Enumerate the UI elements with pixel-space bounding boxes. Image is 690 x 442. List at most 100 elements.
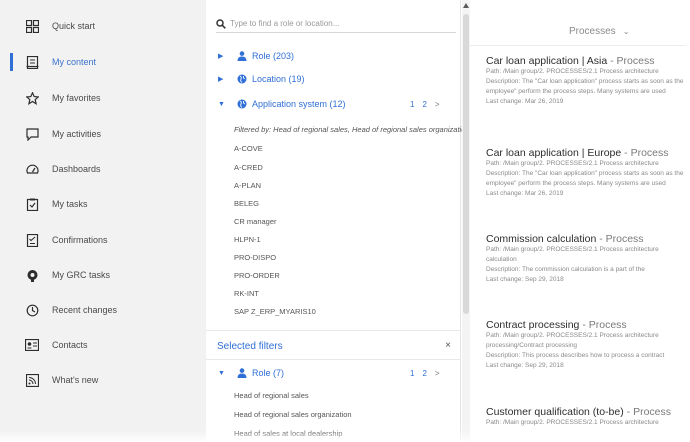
filter-panel: ▶ Role (203) ▶ Location (19) ▼ Applicati… <box>206 0 464 442</box>
page-2-link[interactable]: 2 <box>422 369 426 378</box>
clipboard-icon <box>25 197 39 211</box>
list-item[interactable]: CR manager <box>234 217 277 226</box>
nav-label: My GRC tasks <box>52 270 111 280</box>
tree-label: Role (7) <box>252 368 285 378</box>
list-item[interactable]: PRO-ORDER <box>234 271 280 280</box>
result-item[interactable]: Commission calculation - Process Path: /… <box>486 233 690 285</box>
list-item[interactable]: PRO-DISPO <box>234 253 276 262</box>
result-title[interactable]: Car loan application | Europe - Process <box>486 147 690 159</box>
pagination: 1 2 > <box>410 100 440 109</box>
result-path: Path: /Main group/2. PROCESSES/2.1 Proce… <box>486 419 659 426</box>
filter-note: Filtered by: Head of regional sales, Hea… <box>234 125 464 134</box>
list-item[interactable]: SAP Z_ERP_MYARIS10 <box>234 307 316 316</box>
result-type: - Process <box>610 55 655 67</box>
page-2-link[interactable]: 2 <box>422 100 426 109</box>
checklist-icon <box>25 233 39 247</box>
list-item[interactable]: Head of sales at local dealership <box>234 429 342 438</box>
list-item[interactable]: Head of regional sales <box>234 391 309 400</box>
result-item[interactable]: Customer qualification (to-be) - Process… <box>486 406 690 428</box>
scrollbar-thumb[interactable] <box>463 14 469 314</box>
search-input[interactable] <box>230 19 450 28</box>
result-title[interactable]: Car loan application | Asia - Process <box>486 55 690 67</box>
nav-label: Contacts <box>52 340 88 350</box>
list-item[interactable]: A-PLAN <box>234 181 261 190</box>
tree-node-location[interactable]: ▶ Location (19) <box>218 71 305 87</box>
result-name: Commission calculation <box>486 233 597 245</box>
result-item[interactable]: Contract processing - Process Path: /Mai… <box>486 319 690 371</box>
expand-caret-icon[interactable]: ▶ <box>218 75 226 83</box>
result-type: - Process <box>582 319 627 331</box>
nav-item-my-favorites[interactable]: My favorites <box>0 84 206 112</box>
result-name: Customer qualification (to-be) <box>486 406 624 418</box>
search-icon <box>216 18 226 29</box>
result-type: - Process <box>626 406 671 418</box>
globe-icon <box>236 99 247 110</box>
scroll-up-icon[interactable] <box>463 3 469 8</box>
results-header: Processes ⌄ <box>470 0 690 46</box>
nav-item-my-activities[interactable]: My activities <box>0 120 206 148</box>
list-item[interactable]: RK-INT <box>234 289 259 298</box>
result-description: processing/Contract processing <box>486 342 578 349</box>
nav-item-my-content[interactable]: My content <box>0 48 206 76</box>
tree-node-role[interactable]: ▶ Role (203) <box>218 48 294 64</box>
page-1-link[interactable]: 1 <box>410 100 414 109</box>
nav-item-my-tasks[interactable]: My tasks <box>0 190 206 218</box>
clear-filters-button[interactable]: × <box>445 340 451 351</box>
result-title[interactable]: Customer qualification (to-be) - Process <box>486 406 690 418</box>
left-navigation: Quick start My content My favorites My a… <box>0 0 206 442</box>
globe-icon <box>236 74 247 85</box>
grc-icon <box>25 268 39 282</box>
overflow-fade <box>682 0 690 442</box>
nav-label: My content <box>52 57 97 67</box>
result-item[interactable]: Car loan application | Asia - Process Pa… <box>486 55 690 107</box>
nav-item-my-grc-tasks[interactable]: My GRC tasks <box>0 261 206 289</box>
nav-label: My activities <box>52 129 102 139</box>
result-description: employee" perform the process steps. Man… <box>486 180 666 187</box>
nav-item-contacts[interactable]: Contacts <box>0 331 206 359</box>
page-1-link[interactable]: 1 <box>410 369 414 378</box>
chat-icon <box>25 127 39 141</box>
result-title[interactable]: Commission calculation - Process <box>486 233 690 245</box>
nav-item-dashboards[interactable]: Dashboards <box>0 155 206 183</box>
processes-dropdown[interactable]: Processes ⌄ <box>569 26 629 37</box>
tree-node-application-system[interactable]: ▼ Application system (12) <box>218 96 346 112</box>
list-item[interactable]: A-CRED <box>234 163 263 172</box>
tree-label: Role (203) <box>252 51 295 61</box>
document-icon <box>25 55 39 69</box>
pagination: 1 2 > <box>410 369 440 378</box>
result-name: Car loan application | Europe <box>486 147 622 159</box>
next-page-button[interactable]: > <box>435 100 440 109</box>
list-item[interactable]: HLPN-1 <box>234 235 261 244</box>
selected-filters-title: Selected filters <box>217 341 283 352</box>
list-item[interactable]: BELEG <box>234 199 259 208</box>
result-description: calculation <box>486 256 517 263</box>
collapse-caret-icon[interactable]: ▼ <box>218 370 226 377</box>
result-item[interactable]: Car loan application | Europe - Process … <box>486 147 690 199</box>
processes-title: Processes <box>569 26 616 37</box>
result-path: Path: /Main group/2. PROCESSES/2.1 Proce… <box>486 332 659 339</box>
result-last-change: Last change: Sep 29, 2018 <box>486 362 564 369</box>
result-title[interactable]: Contract processing - Process <box>486 319 690 331</box>
result-type: - Process <box>624 147 669 159</box>
result-name: Contract processing <box>486 319 580 331</box>
nav-item-confirmations[interactable]: Confirmations <box>0 226 206 254</box>
nav-item-recent-changes[interactable]: Recent changes <box>0 296 206 324</box>
nav-label: Quick start <box>52 21 96 31</box>
feed-icon <box>25 373 39 387</box>
scrollbar[interactable] <box>462 0 470 442</box>
result-path: Path: /Main group/2. PROCESSES/2.1 Proce… <box>486 68 659 75</box>
nav-label: My favorites <box>52 93 101 103</box>
result-last-change: Last change: Sep 29, 2018 <box>486 276 564 283</box>
collapse-caret-icon[interactable]: ▼ <box>218 101 226 108</box>
selected-role-node[interactable]: ▼ Role (7) <box>218 365 284 381</box>
star-icon <box>25 91 39 105</box>
list-item[interactable]: Head of regional sales organization <box>234 410 352 419</box>
tree-label: Application system (12) <box>252 99 346 109</box>
contact-card-icon <box>25 338 39 352</box>
nav-item-whats-new[interactable]: What's new <box>0 366 206 394</box>
list-item[interactable]: A-COVE <box>234 144 263 153</box>
nav-item-quick-start[interactable]: Quick start <box>0 12 206 40</box>
nav-label: Confirmations <box>52 235 108 245</box>
next-page-button[interactable]: > <box>435 369 440 378</box>
expand-caret-icon[interactable]: ▶ <box>218 52 226 60</box>
